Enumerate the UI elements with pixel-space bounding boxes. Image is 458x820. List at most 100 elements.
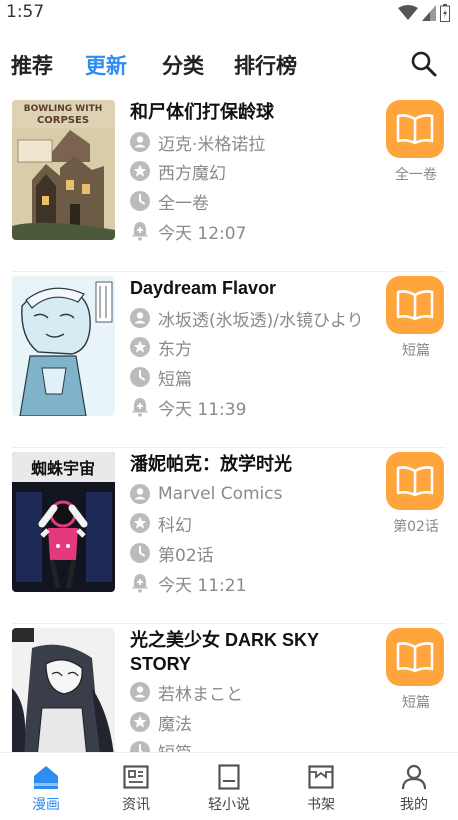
status-icons bbox=[398, 4, 450, 22]
bell-icon bbox=[132, 398, 148, 417]
chapter-row: 第02话 bbox=[130, 541, 380, 565]
person-icon bbox=[130, 682, 150, 702]
top-nav: 推荐 更新 分类 排行榜 bbox=[0, 40, 458, 88]
read-button[interactable] bbox=[386, 628, 444, 686]
read-button[interactable] bbox=[386, 276, 444, 334]
chapter-row: 短篇 bbox=[130, 365, 380, 389]
person-icon bbox=[130, 132, 150, 152]
status-bar: 1:57 bbox=[0, 0, 458, 26]
updated-text: 今天 11:39 bbox=[158, 399, 247, 420]
comic-title[interactable]: 光之美少女 DARK SKY STORY bbox=[130, 628, 366, 676]
author-text: Marvel Comics bbox=[158, 484, 283, 504]
svg-text:CORPSES: CORPSES bbox=[37, 115, 89, 126]
book-icon bbox=[218, 764, 240, 790]
nav-profile-label: 我的 bbox=[400, 797, 428, 813]
bell-icon bbox=[132, 574, 148, 593]
nav-light-novel-label: 轻小说 bbox=[208, 797, 250, 813]
signal-icon bbox=[422, 5, 436, 21]
genre-row: 科幻 bbox=[130, 511, 380, 535]
genre-text: 魔法 bbox=[158, 714, 192, 735]
comic-title[interactable]: 和尸体们打保龄球 bbox=[130, 100, 366, 124]
author-row: 若林まこと bbox=[130, 680, 380, 704]
nav-news-label: 资讯 bbox=[122, 797, 150, 813]
genre-text: 西方魔幻 bbox=[158, 163, 226, 184]
clock-icon bbox=[130, 741, 150, 752]
updated-text: 今天 12:07 bbox=[158, 223, 247, 244]
open-book-icon bbox=[396, 114, 434, 145]
person-icon bbox=[130, 484, 150, 504]
list-item[interactable]: 蜘蛛宇宙 潘妮帕克：放学时光 Marvel Comics 科幻 第02话 今天 … bbox=[0, 448, 458, 624]
author-row: 冰坂透(氷坂透)/水镜ひより bbox=[130, 306, 380, 330]
shelf-icon bbox=[308, 765, 334, 789]
cover-image[interactable]: BOWLING WITH CORPSES bbox=[12, 100, 115, 240]
updated-row: 今天 11:39 bbox=[130, 395, 380, 419]
author-row: Marvel Comics bbox=[130, 482, 380, 506]
clock-icon bbox=[130, 543, 150, 563]
nav-light-novel[interactable]: 轻小说 bbox=[183, 759, 275, 819]
list-item[interactable]: Daydream Flavor 冰坂透(氷坂透)/水镜ひより 东方 短篇 今天 … bbox=[0, 272, 458, 448]
open-book-icon bbox=[396, 642, 434, 673]
clock-icon bbox=[130, 191, 150, 211]
status-time: 1:57 bbox=[6, 2, 45, 22]
news-icon bbox=[123, 765, 149, 789]
author-text: 迈克·米格诺拉 bbox=[158, 134, 266, 155]
tab-categories[interactable]: 分类 bbox=[162, 50, 204, 80]
battery-icon bbox=[440, 4, 450, 22]
nav-comics-label: 漫画 bbox=[32, 797, 60, 813]
chapter-text: 短篇 bbox=[158, 369, 192, 390]
updated-text: 今天 11:21 bbox=[158, 575, 247, 596]
cover-image[interactable]: 蜘蛛宇宙 bbox=[12, 452, 115, 592]
profile-icon bbox=[401, 764, 427, 790]
star-icon bbox=[130, 161, 150, 181]
chapter-badge: 短篇 bbox=[402, 695, 430, 711]
clock-icon bbox=[130, 367, 150, 387]
star-icon bbox=[130, 712, 150, 732]
genre-row: 魔法 bbox=[130, 710, 380, 734]
nav-bookshelf-label: 书架 bbox=[307, 797, 335, 813]
chapter-text: 第02话 bbox=[158, 545, 214, 566]
nav-bookshelf[interactable]: 书架 bbox=[275, 759, 367, 819]
nav-comics[interactable]: 漫画 bbox=[0, 759, 92, 819]
cover-image[interactable] bbox=[12, 628, 115, 752]
list-item[interactable]: 光之美少女 DARK SKY STORY 若林まこと 魔法 短篇 短篇 bbox=[0, 624, 458, 752]
wifi-icon bbox=[398, 5, 418, 20]
chapter-row: 全一卷 bbox=[130, 189, 380, 213]
chapter-badge: 短篇 bbox=[402, 343, 430, 359]
chapter-row: 短篇 bbox=[130, 739, 380, 752]
tab-updates[interactable]: 更新 bbox=[85, 50, 127, 80]
star-icon bbox=[130, 337, 150, 357]
nav-profile[interactable]: 我的 bbox=[368, 759, 458, 819]
nav-news[interactable]: 资讯 bbox=[90, 759, 182, 819]
bottom-nav: 漫画 资讯 轻小说 书架 我的 bbox=[0, 752, 458, 820]
author-text: 若林まこと bbox=[158, 684, 243, 705]
chapter-text: 全一卷 bbox=[158, 193, 209, 214]
svg-text:BOWLING WITH: BOWLING WITH bbox=[24, 104, 103, 114]
author-text: 冰坂透(氷坂透)/水镜ひより bbox=[158, 310, 364, 331]
read-button[interactable] bbox=[386, 452, 444, 510]
chapter-badge: 第02话 bbox=[393, 519, 439, 535]
tab-recommend[interactable]: 推荐 bbox=[11, 50, 53, 80]
chapter-text: 短篇 bbox=[158, 739, 192, 753]
comic-list: BOWLING WITH CORPSES 和尸体们打保龄球 迈克·米格诺拉 西方… bbox=[0, 96, 458, 752]
updated-row: 今天 12:07 bbox=[130, 219, 380, 243]
genre-text: 东方 bbox=[158, 339, 192, 360]
svg-text:蜘蛛宇宙: 蜘蛛宇宙 bbox=[31, 459, 95, 478]
read-button[interactable] bbox=[386, 100, 444, 158]
star-icon bbox=[130, 513, 150, 533]
genre-row: 东方 bbox=[130, 335, 380, 359]
chapter-badge: 全一卷 bbox=[395, 167, 437, 183]
search-icon[interactable] bbox=[410, 50, 438, 78]
comic-title[interactable]: Daydream Flavor bbox=[130, 276, 366, 300]
genre-row: 西方魔幻 bbox=[130, 159, 380, 183]
comic-title[interactable]: 潘妮帕克：放学时光 bbox=[130, 452, 366, 476]
open-book-icon bbox=[396, 290, 434, 321]
person-icon bbox=[130, 308, 150, 328]
genre-text: 科幻 bbox=[158, 515, 192, 536]
updated-row: 今天 11:21 bbox=[130, 571, 380, 595]
open-book-icon bbox=[396, 466, 434, 497]
cover-image[interactable] bbox=[12, 276, 115, 416]
home-icon bbox=[34, 766, 58, 789]
list-item[interactable]: BOWLING WITH CORPSES 和尸体们打保龄球 迈克·米格诺拉 西方… bbox=[0, 96, 458, 272]
tab-rankings[interactable]: 排行榜 bbox=[234, 50, 297, 80]
bell-icon bbox=[132, 222, 148, 241]
